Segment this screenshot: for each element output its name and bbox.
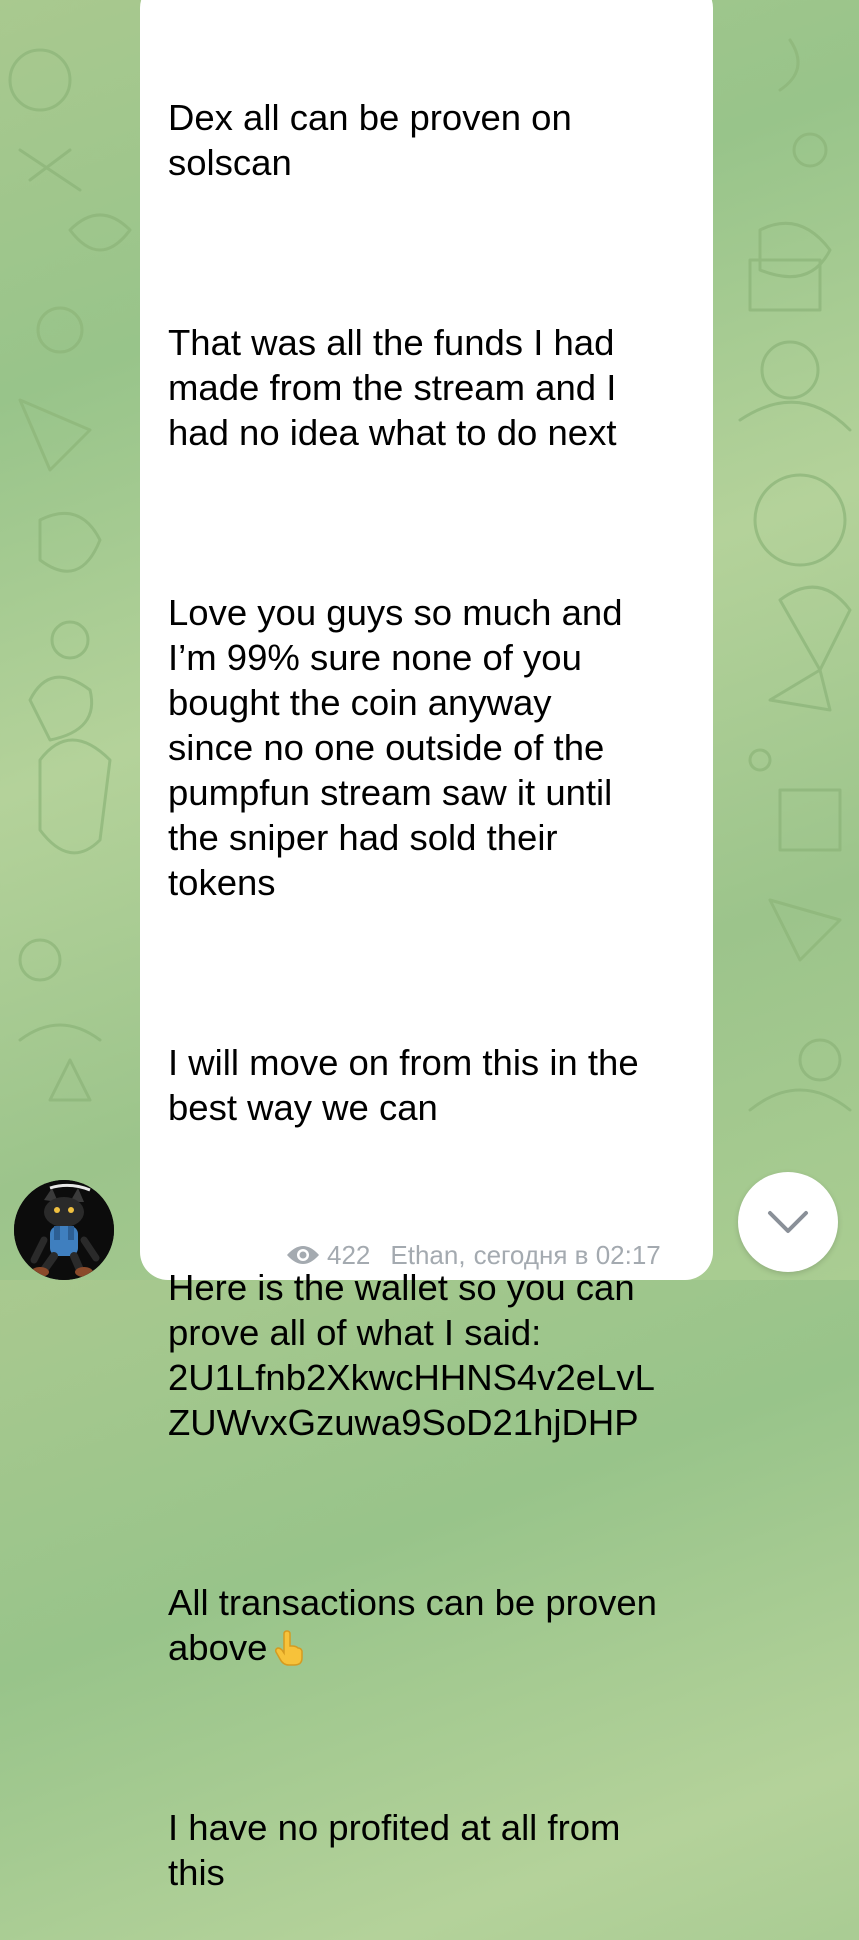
message-paragraph-with-emoji: All transactions can be proven above bbox=[168, 1580, 698, 1670]
message-time: сегодня в 02:17 bbox=[473, 1239, 661, 1270]
message-meta: 422 Ethan, сегодня в 02:17 bbox=[285, 1238, 661, 1272]
eye-icon bbox=[287, 1246, 319, 1264]
scroll-down-button[interactable] bbox=[738, 1172, 838, 1272]
message-paragraph: That was all the funds I had made from t… bbox=[168, 322, 617, 453]
view-count: 422 bbox=[327, 1239, 371, 1270]
message-paragraph: All transactions can be proven above bbox=[168, 1582, 657, 1668]
message-paragraph: I have no profited at all from this bbox=[168, 1807, 621, 1893]
avatar[interactable] bbox=[14, 1180, 114, 1280]
author-name: Ethan, bbox=[390, 1239, 466, 1270]
chevron-down-icon bbox=[768, 1211, 808, 1233]
wallet-paragraph: Here is the wallet so you can prove all … bbox=[168, 1267, 655, 1443]
pointing-up-emoji-icon bbox=[275, 1630, 304, 1666]
message-paragraph: Love you guys so much and I’m 99% sure n… bbox=[168, 592, 623, 903]
message-paragraph: Dex all can be proven on solscan bbox=[168, 97, 572, 183]
message-paragraph: I will move on from this in the best way… bbox=[168, 1042, 639, 1128]
message-text: Dex all can be proven on solscan That wa… bbox=[168, 5, 698, 1940]
cat-character-avatar-icon bbox=[14, 1180, 114, 1280]
